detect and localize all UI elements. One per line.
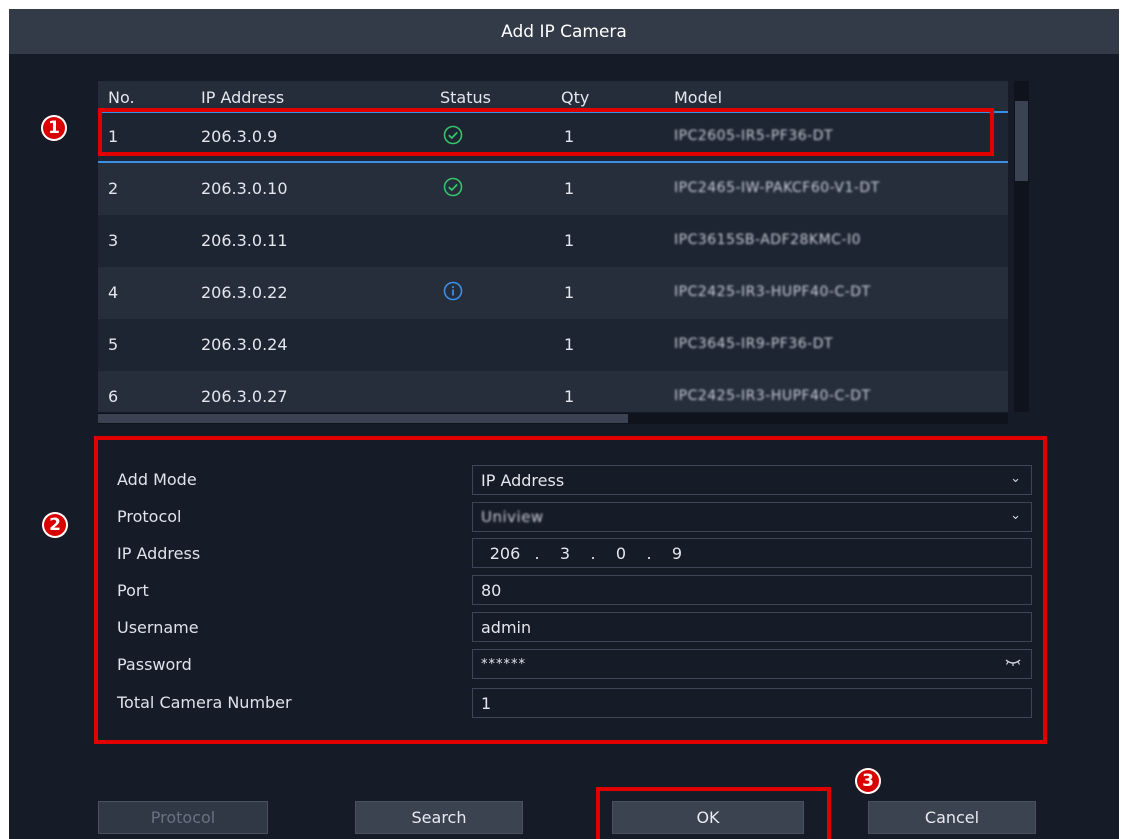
row-qty: 1 xyxy=(564,335,575,354)
row-ip: 206.3.0.10 xyxy=(201,179,288,198)
row-model: IPC3645-IR9-PF36-DT xyxy=(674,336,834,352)
row-no: 2 xyxy=(108,179,119,198)
table-row[interactable]: 5 206.3.0.24 1 IPC3645-IR9-PF36-DT xyxy=(98,319,1008,371)
row-model: IPC2425-IR3-HUPF40-C-DT xyxy=(674,388,871,404)
annotation-marker-2: 2 xyxy=(42,512,68,538)
column-header-status[interactable]: Status xyxy=(440,88,491,107)
row-no: 5 xyxy=(108,335,119,354)
table-horizontal-scrollbar[interactable] xyxy=(98,413,1008,424)
annotation-marker-3: 3 xyxy=(855,768,881,794)
row-no: 4 xyxy=(108,283,119,302)
row-no: 3 xyxy=(108,231,119,250)
column-header-ip-address[interactable]: IP Address xyxy=(201,88,284,107)
column-header-model[interactable]: Model xyxy=(674,88,722,107)
highlight-box-2 xyxy=(94,436,1047,744)
highlight-box-1 xyxy=(98,108,994,156)
table-row[interactable]: 6 206.3.0.27 1 IPC2425-IR3-HUPF40-C-DT xyxy=(98,371,1008,412)
row-model: IPC2465-IW-PAKCF60-V1-DT xyxy=(674,180,880,196)
table-row[interactable]: 2 206.3.0.10 1 IPC2465-IW-PAKCF60-V1-DT xyxy=(98,163,1008,215)
row-ip: 206.3.0.24 xyxy=(201,335,288,354)
table-row[interactable]: 4 206.3.0.22 1 IPC2425-IR3-HUPF40-C-DT xyxy=(98,267,1008,319)
row-model: IPC2425-IR3-HUPF40-C-DT xyxy=(674,284,871,300)
row-qty: 1 xyxy=(564,179,575,198)
table-row[interactable]: 3 206.3.0.11 1 IPC3615SB-ADF28KMC-I0 xyxy=(98,215,1008,267)
annotation-marker-1: 1 xyxy=(41,115,67,141)
protocol-button[interactable]: Protocol xyxy=(98,801,268,834)
column-header-no[interactable]: No. xyxy=(108,88,135,107)
horizontal-scroll-thumb[interactable] xyxy=(98,414,628,423)
dialog-title: Add IP Camera xyxy=(9,9,1119,54)
table-header: No. IP Address Status Qty Model xyxy=(98,81,1008,111)
column-header-qty[interactable]: Qty xyxy=(561,88,589,107)
search-button[interactable]: Search xyxy=(355,801,523,834)
vertical-scroll-thumb[interactable] xyxy=(1015,101,1028,181)
info-icon xyxy=(443,281,463,305)
row-ip: 206.3.0.22 xyxy=(201,283,288,302)
row-no: 6 xyxy=(108,387,119,406)
cancel-button[interactable]: Cancel xyxy=(868,801,1036,834)
highlight-box-3 xyxy=(596,787,831,839)
row-model: IPC3615SB-ADF28KMC-I0 xyxy=(674,232,862,248)
table-vertical-scrollbar[interactable] xyxy=(1014,81,1029,412)
row-ip: 206.3.0.27 xyxy=(201,387,288,406)
check-circle-icon xyxy=(443,177,463,201)
row-qty: 1 xyxy=(564,283,575,302)
row-qty: 1 xyxy=(564,387,575,406)
row-ip: 206.3.0.11 xyxy=(201,231,288,250)
row-qty: 1 xyxy=(564,231,575,250)
